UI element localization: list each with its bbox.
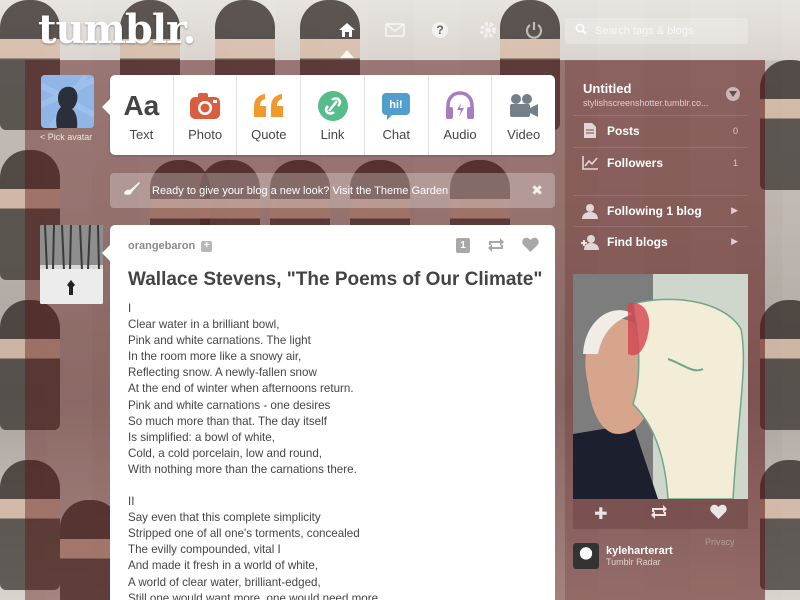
post-type-link[interactable]: Link (301, 75, 365, 155)
poem-stanza: II Say even that this complete simplicit… (128, 495, 379, 600)
help-icon[interactable]: ? (428, 18, 452, 42)
avatar[interactable] (41, 75, 94, 128)
post-type-label: Audio (443, 127, 477, 142)
link-icon (317, 89, 349, 123)
add-icon[interactable]: ✚ (594, 504, 607, 524)
sidebar-item-followers[interactable]: Followers 1 (573, 147, 748, 177)
sidebar-item-label: Find blogs (607, 234, 668, 249)
post-type-label: Chat (382, 127, 410, 142)
sidebar-item-following[interactable]: Following 1 blog ▶ (573, 195, 748, 225)
video-camera-icon (508, 89, 540, 123)
post-type-quote[interactable]: Quote (237, 75, 302, 155)
sidebar-item-label: Following 1 blog (607, 203, 702, 218)
post-body: I Clear water in a brilliant bowl, Pink … (128, 301, 378, 600)
post-type-text[interactable]: Aa Text (110, 75, 174, 155)
active-nav-pointer (340, 50, 354, 58)
post-type-label: Video (507, 127, 541, 142)
activity-chart-icon (581, 155, 599, 170)
blog-name: Untitled (583, 81, 632, 96)
camera-icon (189, 89, 221, 123)
post-type-label: Link (320, 127, 345, 142)
dashboard-post: orangebaron + 1 Wallace Stevens, "The Po… (102, 225, 555, 600)
post-type-chat[interactable]: hi! Chat (365, 75, 429, 155)
chevron-right-icon: ▶ (731, 236, 738, 246)
poem-stanza: I Clear water in a brilliant bowl, Pink … (128, 302, 357, 476)
post-author-avatar[interactable] (40, 225, 103, 304)
sidebar-item-label: Followers (607, 155, 664, 170)
document-icon (581, 123, 599, 138)
sidebar-item-label: Posts (607, 123, 640, 138)
follow-button[interactable]: + (201, 240, 213, 252)
post-type-label: Photo (188, 127, 223, 142)
inbox-icon[interactable] (383, 18, 407, 42)
search-icon (575, 22, 587, 40)
close-icon[interactable]: ✖ (531, 182, 543, 199)
search-input[interactable] (595, 25, 745, 37)
background-figure (760, 60, 800, 190)
posts-count: 0 (732, 125, 738, 136)
headphones-icon (444, 89, 476, 123)
user-icon (581, 203, 599, 219)
theme-garden-notice[interactable]: Ready to give your blog a new look? Visi… (110, 173, 555, 208)
post-type-label: Quote (251, 127, 287, 142)
blog-switcher[interactable]: Untitled stylishscreenshotter.tumblr.co.… (573, 75, 748, 113)
tumblr-logo[interactable]: tumblr. (38, 6, 196, 53)
pick-avatar-link[interactable]: < Pick avatar (40, 132, 92, 142)
svg-text:?: ? (436, 23, 443, 37)
paintbrush-icon (122, 180, 142, 201)
radar-image[interactable] (573, 274, 748, 499)
text-icon: Aa (123, 90, 160, 121)
gear-icon[interactable] (476, 18, 500, 42)
post-type-video[interactable]: Video (492, 75, 555, 155)
svg-text:hi!: hi! (390, 99, 403, 111)
sidebar-item-find-blogs[interactable]: Find blogs ▶ (573, 226, 748, 256)
reblog-icon[interactable] (487, 237, 505, 258)
home-icon[interactable] (335, 18, 359, 42)
post-type-audio[interactable]: Audio (429, 75, 493, 155)
note-count-badge[interactable]: 1 (456, 238, 470, 253)
radar-actions: ✚ (573, 499, 748, 529)
post-username[interactable]: orangebaron (128, 240, 195, 252)
post-type-selector: Aa Text Photo Quote Link hi! Chat Audio (102, 75, 555, 155)
add-user-icon (581, 234, 599, 250)
followers-count: 1 (732, 157, 738, 168)
post-author: orangebaron + (128, 240, 213, 252)
radar-user[interactable]: kyleharterart Tumblr Radar (573, 541, 748, 571)
top-navigation: tumblr. ? (0, 0, 800, 60)
search-bar[interactable] (565, 18, 748, 44)
chat-icon: hi! (381, 89, 411, 123)
chevron-down-icon[interactable] (726, 87, 740, 101)
power-icon[interactable] (522, 18, 546, 42)
chevron-right-icon: ▶ (731, 205, 738, 215)
post-type-photo[interactable]: Photo (174, 75, 238, 155)
background-figure (760, 460, 800, 590)
notice-text: Ready to give your blog a new look? Visi… (152, 184, 449, 197)
post-title: Wallace Stevens, "The Poems of Our Clima… (128, 269, 543, 290)
radar-label: Tumblr Radar (606, 557, 661, 567)
post-type-label: Text (129, 127, 154, 142)
heart-icon[interactable] (710, 504, 727, 524)
radar-username[interactable]: kyleharterart (606, 545, 673, 557)
heart-icon[interactable] (522, 237, 539, 257)
blog-url: stylishscreenshotter.tumblr.co... (583, 98, 709, 108)
sidebar-item-posts[interactable]: Posts 0 (573, 115, 748, 145)
quote-icon (252, 89, 286, 123)
radar-user-avatar[interactable] (573, 543, 599, 569)
reblog-icon[interactable] (650, 504, 668, 525)
background-figure (760, 300, 800, 430)
